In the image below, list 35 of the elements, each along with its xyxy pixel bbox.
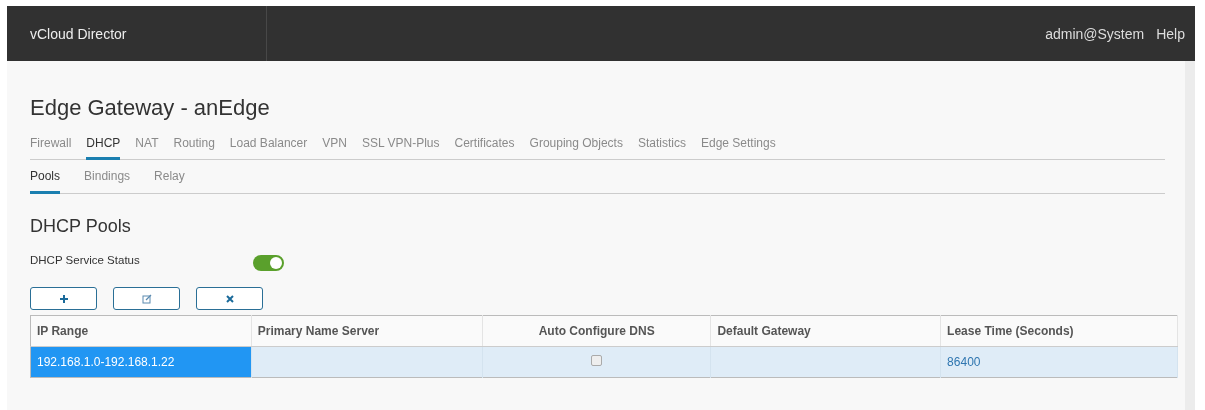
subtab[interactable]: Bindings: [84, 160, 131, 194]
service-status-label: DHCP Service Status: [30, 254, 141, 266]
tab[interactable]: NAT: [135, 127, 159, 160]
user-menu-link[interactable]: admin@System: [1045, 25, 1145, 42]
page-title: Edge Gateway - anEdge: [30, 94, 271, 122]
tab[interactable]: Routing: [173, 127, 215, 160]
tab[interactable]: SSL VPN-Plus: [361, 127, 440, 160]
close-icon: [224, 293, 235, 304]
tab[interactable]: Certificates: [454, 127, 515, 160]
add-button[interactable]: [30, 287, 97, 310]
checkbox[interactable]: [591, 355, 603, 366]
tab[interactable]: Edge Settings: [700, 127, 776, 160]
column-header: IP Range: [30, 315, 252, 347]
tab[interactable]: DHCP: [86, 127, 121, 160]
column-header: Lease Time (Seconds): [940, 315, 1178, 347]
column-header: Default Gateway: [710, 315, 941, 347]
table-cell: 86400: [940, 346, 1178, 378]
help-link[interactable]: Help: [1156, 25, 1185, 42]
add-icon: [58, 293, 69, 304]
app-title: vCloud Director: [30, 25, 127, 42]
tab[interactable]: Grouping Objects: [529, 127, 623, 160]
subtab[interactable]: Relay: [154, 160, 185, 194]
tab[interactable]: Firewall: [30, 127, 72, 160]
edit-button[interactable]: [113, 287, 180, 310]
delete-button[interactable]: [196, 287, 263, 310]
section-title: DHCP Pools: [30, 215, 132, 238]
toggle-switch[interactable]: [253, 255, 284, 271]
tab[interactable]: Statistics: [637, 127, 686, 160]
column-header: Primary Name Server: [251, 315, 483, 347]
subtab[interactable]: Pools: [30, 160, 61, 194]
tab[interactable]: Load Balancer: [229, 127, 308, 160]
edit-icon: [141, 293, 152, 304]
column-header: Auto Configure DNS: [482, 315, 711, 347]
table-cell[interactable]: 192.168.1.0-192.168.1.22: [30, 346, 252, 378]
tab[interactable]: VPN: [322, 127, 347, 160]
